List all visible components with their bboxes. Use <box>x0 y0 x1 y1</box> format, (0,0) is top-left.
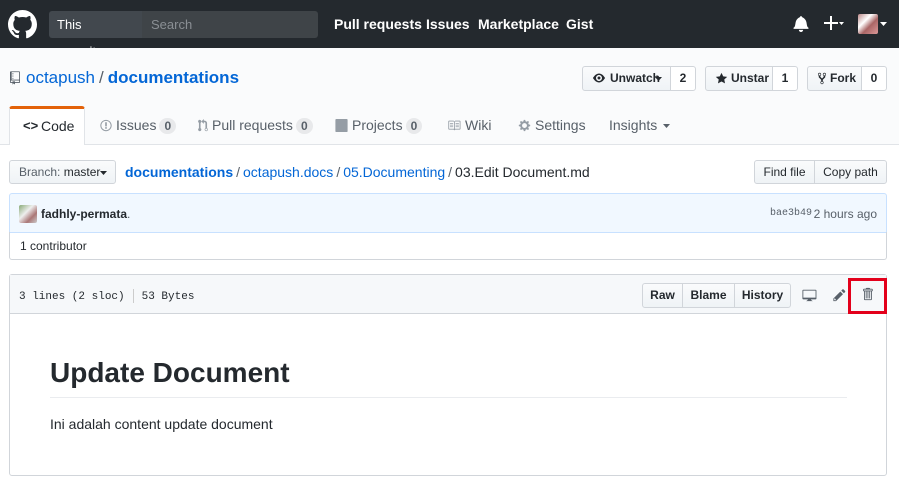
commit-time: 2 hours ago <box>813 207 877 221</box>
tab-wiki[interactable]: Wiki <box>447 106 491 144</box>
file-info: 3 lines (2 sloc) 53 Bytes <box>19 289 194 303</box>
trash-icon[interactable] <box>862 287 873 301</box>
history-button[interactable]: History <box>734 283 791 308</box>
blame-button[interactable]: Blame <box>682 283 735 308</box>
fork-count[interactable]: 0 <box>861 66 887 91</box>
tab-projects[interactable]: Projects 0 <box>335 106 423 144</box>
breadcrumb-separator: / <box>336 164 341 180</box>
breadcrumb-separator: / <box>448 164 453 180</box>
tab-issues-count: 0 <box>159 118 177 134</box>
fork-icon <box>817 72 827 85</box>
file-info-divider <box>132 289 134 303</box>
commit-author-link[interactable]: fadhly-permata <box>41 207 127 221</box>
repo-icon <box>10 71 20 85</box>
tab-settings-label: Settings <box>535 117 586 133</box>
search-input[interactable] <box>142 11 318 38</box>
tab-insights[interactable]: Insights <box>609 106 671 144</box>
breadcrumb-repo-link[interactable]: documentations <box>125 164 233 180</box>
tab-code[interactable]: <> Code <box>9 106 85 145</box>
book-icon <box>448 120 461 131</box>
commit-sha-link[interactable]: bae3b49 <box>770 208 812 219</box>
document-paragraph: Ini adalah content update document <box>50 416 273 432</box>
eye-icon <box>593 73 605 83</box>
breadcrumb-file-name: 03.Edit Document.md <box>455 164 590 180</box>
repo-header: octapush / documentations Unwatch 2 Unstar… <box>0 48 899 145</box>
file-lines: 3 lines (2 sloc) <box>19 290 125 303</box>
star-icon <box>715 72 728 84</box>
global-header: This repository Pull requests Issues Mar… <box>0 0 899 59</box>
latest-commit: fadhly-permata . bae3b49 2 hours ago <box>9 193 887 233</box>
project-icon <box>335 119 348 132</box>
find-file-button[interactable]: Find file <box>754 160 815 184</box>
fork-button[interactable]: Fork <box>807 66 862 91</box>
document-heading: Update Document <box>50 357 847 398</box>
repo-owner-link[interactable]: octapush <box>26 68 95 87</box>
tab-insights-label: Insights <box>609 117 658 133</box>
breadcrumb-folder-link[interactable]: 05.Documenting <box>343 164 445 180</box>
file-view: 3 lines (2 sloc) 53 Bytes Raw Blame Histo… <box>9 274 887 476</box>
gear-icon <box>518 119 531 132</box>
nav-pull-requests[interactable]: Pull requests <box>334 16 422 32</box>
unstar-button[interactable]: Unstar <box>705 66 773 91</box>
breadcrumb: documentations / octapush.docs/05.Document… <box>125 164 590 180</box>
desktop-icon[interactable] <box>801 288 817 302</box>
issue-icon <box>100 119 112 132</box>
caret-down-icon <box>663 124 671 128</box>
nav-gist[interactable]: Gist <box>566 16 593 32</box>
bell-icon[interactable] <box>793 15 809 32</box>
branch-name: master <box>63 165 101 179</box>
caret-down-icon <box>655 77 662 81</box>
plus-icon[interactable] <box>824 15 844 31</box>
tab-code-label: Code <box>41 118 75 134</box>
tab-pull-requests[interactable]: Pull requests 0 <box>198 106 313 144</box>
avatar[interactable] <box>858 14 878 34</box>
caret-down-icon <box>100 171 107 175</box>
fork-label: Fork <box>830 71 857 85</box>
contributors-count[interactable]: 1 contributor <box>9 232 887 260</box>
tab-pull-requests-count: 0 <box>295 118 313 134</box>
tab-projects-count: 0 <box>405 118 423 134</box>
breadcrumb-folder-link[interactable]: octapush.docs <box>243 164 333 180</box>
star-count[interactable]: 1 <box>772 66 798 91</box>
watch-count[interactable]: 2 <box>670 66 696 91</box>
search-scope-label: This repository <box>49 11 142 59</box>
nav-issues[interactable]: Issues <box>426 16 470 32</box>
commit-message[interactable]: . <box>127 207 130 221</box>
tab-issues-label: Issues <box>116 117 157 133</box>
pencil-icon[interactable] <box>833 288 846 302</box>
repo-name-link[interactable]: documentations <box>108 68 239 87</box>
author-avatar[interactable] <box>19 205 37 223</box>
unstar-label: Unstar <box>731 71 770 85</box>
unwatch-button[interactable]: Unwatch <box>582 66 671 91</box>
branch-select-button[interactable]: Branch: master <box>9 160 116 184</box>
repo-title-separator: / <box>99 68 104 87</box>
repo-title: octapush / documentations <box>26 68 239 88</box>
code-icon: <> <box>23 118 39 133</box>
tab-issues[interactable]: Issues 0 <box>100 106 177 144</box>
tab-wiki-label: Wiki <box>465 117 492 133</box>
unwatch-label: Unwatch <box>610 71 661 85</box>
markdown-body: Update Document Ini adalah content updat… <box>50 357 847 432</box>
copy-path-button[interactable]: Copy path <box>814 160 887 184</box>
raw-button[interactable]: Raw <box>642 283 683 308</box>
file-header: 3 lines (2 sloc) 53 Bytes Raw Blame Histo… <box>10 275 887 314</box>
pull-request-icon <box>198 119 208 132</box>
tab-projects-label: Projects <box>352 117 403 133</box>
file-size: 53 Bytes <box>141 290 195 303</box>
github-logo-icon[interactable] <box>8 10 37 39</box>
breadcrumb-separator: / <box>236 164 241 180</box>
tab-pull-requests-label: Pull requests <box>212 117 293 133</box>
nav-marketplace[interactable]: Marketplace <box>478 16 559 32</box>
branch-prefix: Branch: <box>19 165 61 179</box>
tab-settings[interactable]: Settings <box>518 106 586 144</box>
chevron-down-icon[interactable] <box>880 22 887 27</box>
